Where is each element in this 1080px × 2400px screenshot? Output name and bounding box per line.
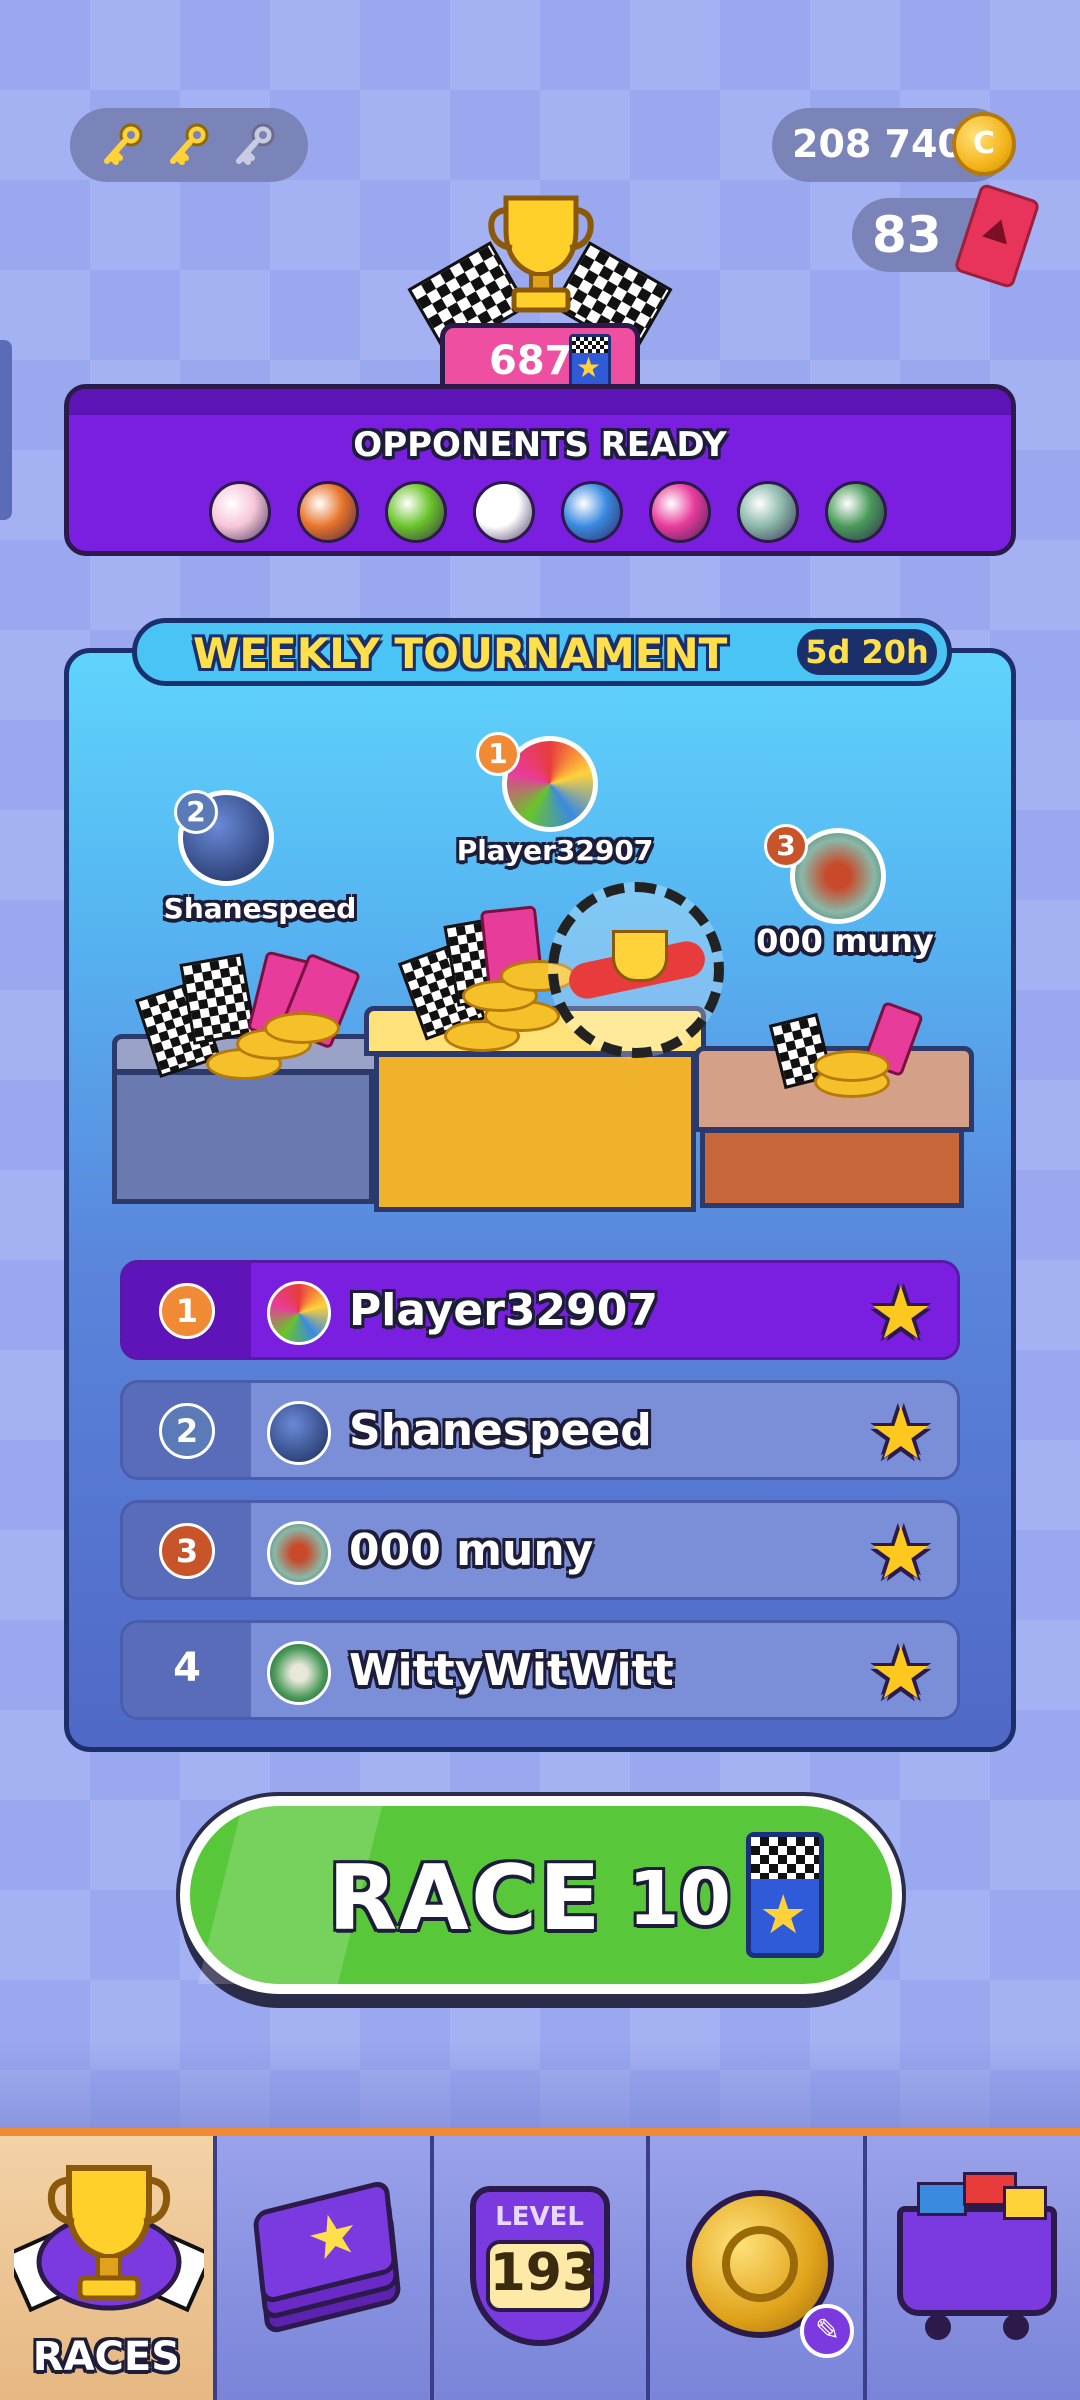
rank-number: 1 (159, 1283, 215, 1339)
green-wheel-ball-icon (825, 481, 887, 543)
player-ball-avatar (267, 1281, 331, 1345)
leaderboard-row[interactable]: 2 Shanespeed ★ (120, 1380, 960, 1480)
leaderboard-row[interactable]: 3 000 muny ★ (120, 1500, 960, 1600)
ticket-icon (953, 182, 1041, 290)
player-ball-avatar (267, 1641, 331, 1705)
star-icon: ★ (868, 1271, 933, 1355)
nav-upgrades[interactable]: ✎ (650, 2136, 868, 2400)
rank-number: 2 (159, 1403, 215, 1459)
opponents-ready-title: OPPONENTS READY (353, 425, 727, 465)
soccer-ball-icon (473, 481, 535, 543)
level-value: 193 (485, 2240, 598, 2312)
apple-ball-icon (385, 481, 447, 543)
podium-second-name: Shanespeed (163, 892, 357, 925)
tournament-timer: 5d 20h (797, 629, 937, 675)
shop-cart-icon (897, 2172, 1058, 2340)
tickets-value: 83 (872, 206, 942, 264)
rank-number: 4 (173, 1645, 201, 1691)
wrench-icon: ✎ (800, 2304, 855, 2358)
level-badge-icon: LEVEL 193 (469, 2186, 610, 2346)
trophy-ring-prize (548, 882, 724, 1058)
cards-icon: ★ (251, 2178, 402, 2336)
coin-icon: C (952, 112, 1016, 176)
player-name: 000 muny (349, 1525, 594, 1576)
player-name: Player32907 (349, 1285, 658, 1336)
race-cost: 10 (628, 1856, 731, 1942)
player-name: Shanespeed (349, 1405, 652, 1456)
podium-second-avatar[interactable]: 2 (174, 790, 274, 886)
podium-first-avatar[interactable]: 1 (476, 732, 598, 832)
nav-races[interactable]: RACES (0, 2136, 217, 2400)
trophy-score: 687 (489, 338, 573, 384)
wheel-ball-icon (737, 481, 799, 543)
opponent-list (209, 481, 887, 543)
tickets-counter[interactable]: 83 (852, 182, 1041, 290)
rank-number: 3 (159, 1523, 215, 1579)
player-ball-avatar (267, 1521, 331, 1585)
podium-third-avatar[interactable]: 3 (764, 824, 886, 924)
blue-helmet-ball-icon (561, 481, 623, 543)
bottom-nav: RACES ★ LEVEL 193 ✎ (0, 2128, 1080, 2400)
second-place-rewards (134, 948, 366, 1088)
cupcake-ball-icon (209, 481, 271, 543)
nav-shadow (0, 2040, 1080, 2130)
leaderboard-row[interactable]: 4 WittyWitWitt ★ (120, 1620, 960, 1720)
coins-value: 208 740 (792, 122, 964, 166)
nav-races-label: RACES (32, 2334, 181, 2380)
podium-first-block (374, 1052, 696, 1212)
nav-cards[interactable]: ★ (216, 2136, 434, 2400)
podium-third-block (700, 1128, 964, 1208)
trophy-icon (488, 195, 594, 313)
star-icon: ★ (868, 1631, 933, 1715)
fox-ball-icon (297, 481, 359, 543)
rank-badge: 1 (476, 732, 520, 776)
player-ball-avatar (267, 1401, 331, 1465)
pink-yarn-ball-icon (649, 481, 711, 543)
coins-counter[interactable]: 208 740 C (772, 108, 1016, 182)
leaderboard-row[interactable]: 1 Player32907 ★ (120, 1260, 960, 1360)
opponents-ready-panel: OPPONENTS READY (64, 384, 1016, 556)
trophy-icon (14, 2165, 204, 2313)
podium-first-name: Player32907 (456, 834, 654, 867)
race-ticket-icon (746, 1832, 824, 1958)
rank-badge: 2 (174, 790, 218, 834)
third-place-rewards (768, 1000, 925, 1106)
star-icon: ★ (868, 1391, 933, 1475)
side-drawer-handle[interactable] (0, 340, 12, 520)
race-button[interactable]: RACE 10 (180, 1796, 902, 1994)
level-label: LEVEL (495, 2202, 584, 2232)
star-icon: ★ (868, 1511, 933, 1595)
rank-badge: 3 (764, 824, 808, 868)
podium-second-block (112, 1070, 374, 1204)
nav-shop[interactable] (867, 2136, 1080, 2400)
player-name: WittyWitWitt (349, 1645, 674, 1696)
key-empty-icon (236, 123, 275, 165)
tournament-banner: WEEKLY TOURNAMENT 5d 20h (132, 618, 952, 686)
race-label: RACE (328, 1846, 603, 1951)
keys-counter[interactable] (70, 108, 308, 182)
key-icon (170, 123, 209, 165)
key-icon (104, 123, 143, 165)
tournament-title: WEEKLY TOURNAMENT (193, 629, 728, 678)
nav-level[interactable]: LEVEL 193 (433, 2136, 651, 2400)
podium-third-name: 000 muny (756, 922, 934, 960)
